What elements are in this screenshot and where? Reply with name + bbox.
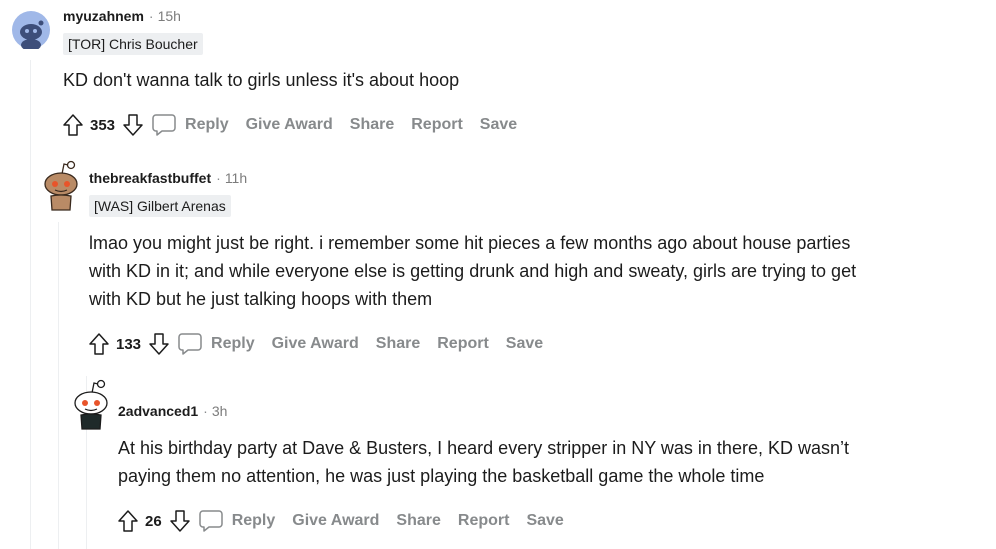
comment-body: At his birthday party at Dave & Busters,…: [118, 434, 849, 490]
save-button[interactable]: Save: [480, 116, 517, 134]
reply-label: Reply: [231, 512, 276, 529]
upvote-icon[interactable]: [114, 506, 142, 536]
separator-dot: ·: [148, 8, 154, 24]
separator-dot: ·: [216, 170, 221, 186]
avatar[interactable]: [40, 160, 82, 217]
report-button[interactable]: Report: [411, 116, 463, 134]
comment-meta: thebreakfastbuffet · 11h: [89, 170, 247, 186]
username[interactable]: myuzahnem: [63, 8, 144, 24]
upvote-icon[interactable]: [85, 329, 113, 359]
thread-line-1[interactable]: [30, 60, 31, 549]
downvote-icon[interactable]: [145, 329, 173, 359]
share-button[interactable]: Share: [350, 116, 394, 134]
vote-score: 353: [90, 116, 116, 134]
timestamp[interactable]: 3h: [212, 403, 228, 419]
username[interactable]: thebreakfastbuffet: [89, 170, 211, 186]
reply-button[interactable]: Reply: [173, 332, 255, 356]
give-award-button[interactable]: Give Award: [292, 512, 379, 530]
comment-body-line: paying them no attention, he was just pl…: [118, 466, 765, 486]
reply-label: Reply: [185, 116, 229, 133]
give-award-button[interactable]: Give Award: [272, 335, 359, 353]
comment-meta: myuzahnem · 15h: [63, 8, 181, 24]
comment-body: KD don't wanna talk to girls unless it's…: [63, 66, 459, 94]
user-flair: [WAS] Gilbert Arenas: [89, 195, 231, 217]
comment-body: lmao you might just be right. i remember…: [89, 229, 856, 313]
downvote-icon[interactable]: [119, 110, 147, 140]
vote-score: 26: [145, 512, 162, 530]
vote-score: 133: [116, 335, 142, 353]
save-button[interactable]: Save: [506, 335, 543, 353]
comment-bubble-icon: [151, 113, 177, 137]
comment-actions: 133 Reply Give Award Share Report Save: [85, 329, 560, 359]
comment-body-line: KD don't wanna talk to girls unless it's…: [63, 70, 460, 90]
comment-actions: 353 Reply Give Award Share Report Save: [59, 110, 534, 140]
report-button[interactable]: Report: [437, 335, 489, 353]
report-button[interactable]: Report: [458, 512, 510, 530]
comment-bubble-icon: [177, 332, 203, 356]
timestamp[interactable]: 11h: [225, 170, 247, 186]
give-award-button[interactable]: Give Award: [246, 116, 333, 134]
comment-body-line: with KD in it; and while everyone else i…: [89, 261, 857, 281]
timestamp[interactable]: 15h: [158, 8, 181, 24]
comment-meta: 2advanced1 · 3h: [118, 403, 227, 419]
user-flair: [TOR] Chris Boucher: [63, 33, 203, 55]
save-button[interactable]: Save: [526, 512, 563, 530]
comment-body-line: with KD but he just talking hoops with t…: [89, 289, 433, 309]
comment-actions: 26 Reply Give Award Share Report Save: [114, 506, 581, 536]
username[interactable]: 2advanced1: [118, 403, 198, 419]
reply-button[interactable]: Reply: [194, 509, 276, 533]
comment-body-line: At his birthday party at Dave & Busters,…: [118, 438, 849, 458]
share-button[interactable]: Share: [396, 512, 440, 530]
avatar[interactable]: [70, 379, 112, 436]
separator-dot: ·: [203, 403, 208, 419]
thread-line-2[interactable]: [58, 222, 59, 549]
avatar[interactable]: [12, 11, 50, 54]
reply-label: Reply: [211, 335, 255, 352]
comment-bubble-icon: [198, 509, 224, 533]
upvote-icon[interactable]: [59, 110, 87, 140]
downvote-icon[interactable]: [166, 506, 194, 536]
reply-button[interactable]: Reply: [147, 113, 229, 137]
share-button[interactable]: Share: [376, 335, 420, 353]
comment-body-line: lmao you might just be right. i remember…: [89, 233, 851, 253]
